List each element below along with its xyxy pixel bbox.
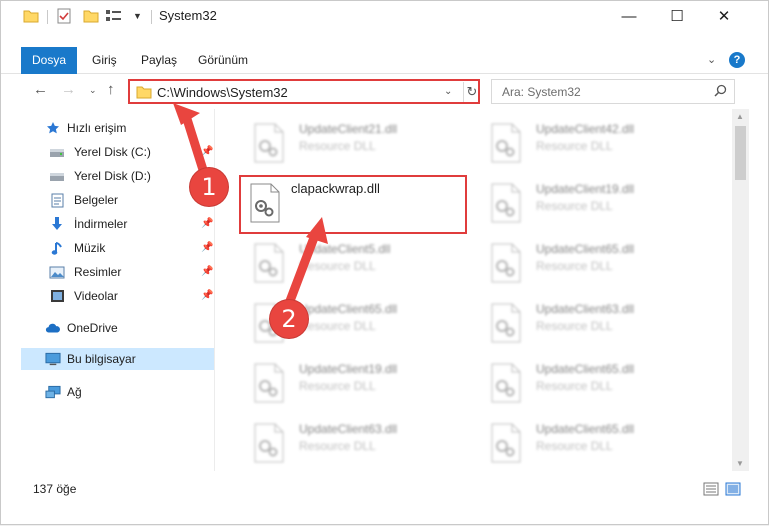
step-2-badge: 2 [270,300,308,338]
explorer-window: ▼ System32 — ☐ ✕ Dosya Giriş Paylaş Görü… [0,0,769,525]
annotation-arrows [173,103,328,306]
arrow-to-address-bar [173,103,209,178]
step-1-badge: 1 [190,168,228,206]
arrow-to-file [285,217,328,306]
